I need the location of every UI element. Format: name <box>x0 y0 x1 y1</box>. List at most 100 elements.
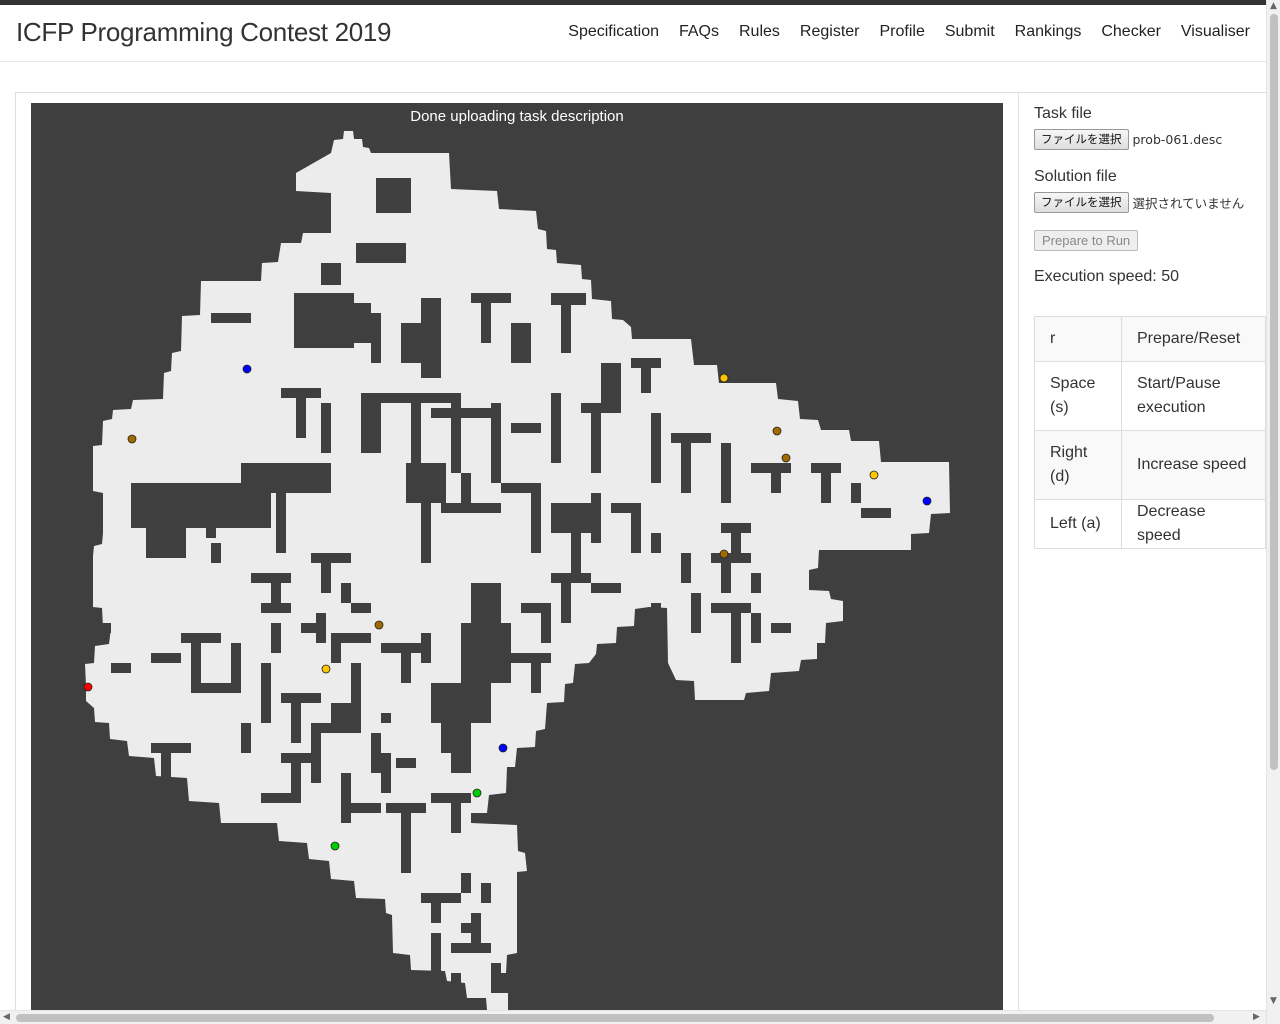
solution-file-choose-button[interactable]: ファイルを選択 <box>1034 192 1129 213</box>
obstacle-block <box>91 623 111 633</box>
site-title[interactable]: ICFP Programming Contest 2019 <box>16 17 392 48</box>
scroll-right-icon[interactable]: ▶ <box>1253 1013 1260 1022</box>
obstacle-block <box>481 303 491 343</box>
obstacle-block <box>651 533 661 553</box>
panel-divider <box>1018 93 1019 1010</box>
nav-submit[interactable]: Submit <box>945 23 995 41</box>
obstacle-block <box>241 723 251 753</box>
obstacle-block <box>351 663 361 733</box>
nav-visualiser[interactable]: Visualiser <box>1181 23 1250 41</box>
obstacle-block <box>341 583 351 603</box>
prepare-run-button[interactable]: Prepare to Run <box>1034 230 1139 251</box>
horizontal-scrollbar[interactable]: ◀ ▶ <box>0 1010 1266 1024</box>
obstacle-block <box>441 723 471 753</box>
scroll-up-icon[interactable]: ▲ <box>1270 2 1277 11</box>
obstacle-block <box>321 403 331 453</box>
solution-file-input[interactable]: ファイルを選択 選択されていません <box>1034 192 1266 213</box>
key-bindings-table: r Prepare/Reset Space (s) Start/Pause ex… <box>1034 316 1266 549</box>
scroll-left-icon[interactable]: ◀ <box>3 1013 10 1022</box>
task-canvas[interactable]: Done uploading task description <box>31 103 1003 1010</box>
obstacle-block <box>421 503 431 563</box>
nav-rankings[interactable]: Rankings <box>1015 23 1082 41</box>
obstacle-block <box>261 793 301 803</box>
booster-f-marker <box>719 549 729 559</box>
task-file-input[interactable]: ファイルを選択 prob-061.desc <box>1034 129 1266 150</box>
obstacle-block <box>671 433 711 443</box>
obstacle-block <box>276 493 286 553</box>
obstacle-block <box>471 293 511 303</box>
obstacle-block <box>386 803 426 813</box>
nav-faqs[interactable]: FAQs <box>679 23 719 41</box>
obstacle-block <box>321 263 341 285</box>
obstacle-block <box>421 633 431 663</box>
obstacle-block <box>261 663 271 723</box>
obstacle-block <box>751 573 761 593</box>
obstacle-block <box>471 913 481 953</box>
obstacle-block <box>651 413 661 483</box>
vertical-scroll-thumb[interactable] <box>1270 14 1278 770</box>
obstacle-block <box>601 363 621 403</box>
booster-x-marker <box>242 364 252 374</box>
obstacle-block <box>351 603 371 613</box>
obstacle-block <box>551 573 591 583</box>
obstacle-block <box>511 323 531 363</box>
obstacle-block <box>296 388 306 438</box>
vertical-scrollbar[interactable]: ▲ ▼ <box>1266 0 1280 1024</box>
obstacle-block <box>461 623 511 683</box>
obstacle-block <box>316 613 326 643</box>
obstacle-block <box>551 393 561 463</box>
obstacle-block <box>521 603 551 613</box>
obstacle-block <box>451 753 471 773</box>
obstacle-block <box>206 498 216 538</box>
obstacle-block <box>411 403 421 463</box>
obstacle-block <box>401 653 411 683</box>
obstacle-block <box>451 803 461 833</box>
obstacle-block <box>261 603 291 613</box>
obstacle-block <box>271 623 281 653</box>
obstacle-block <box>751 613 761 643</box>
obstacle-block <box>201 683 241 693</box>
obstacle-block <box>351 803 381 813</box>
obstacle-block <box>461 873 471 893</box>
obstacle-block <box>181 633 221 643</box>
nav-specification[interactable]: Specification <box>568 23 659 41</box>
task-file-name: prob-061.desc <box>1132 132 1223 147</box>
key-cell: Left (a) <box>1034 499 1122 549</box>
obstacle-block <box>251 573 291 583</box>
obstacle-block <box>771 623 791 633</box>
main-nav: Specification FAQs Rules Register Profil… <box>548 23 1250 41</box>
obstacle-block <box>396 758 416 768</box>
nav-register[interactable]: Register <box>800 23 860 41</box>
obstacle-block <box>211 313 251 323</box>
key-cell: Space (s) <box>1034 361 1122 431</box>
booster-x-marker <box>922 496 932 506</box>
obstacle-block <box>146 523 186 558</box>
obstacle-block <box>421 893 461 903</box>
obstacle-block <box>851 483 861 503</box>
obstacle-block <box>431 683 491 723</box>
obstacle-block <box>381 713 391 723</box>
booster-l-marker <box>472 788 482 798</box>
booster-b-marker <box>321 664 331 674</box>
scroll-down-icon[interactable]: ▼ <box>1270 997 1277 1006</box>
nav-checker[interactable]: Checker <box>1101 23 1161 41</box>
task-file-choose-button[interactable]: ファイルを選択 <box>1034 129 1129 150</box>
action-cell: Decrease speed <box>1121 499 1266 549</box>
canvas-status-text: Done uploading task description <box>410 108 624 125</box>
obstacle-block <box>731 603 741 663</box>
nav-profile[interactable]: Profile <box>879 23 924 41</box>
obstacle-block <box>861 508 891 518</box>
nav-rules[interactable]: Rules <box>739 23 780 41</box>
obstacle-block <box>331 643 341 663</box>
obstacle-block <box>161 753 171 783</box>
action-cell: Increase speed <box>1121 430 1266 500</box>
obstacle-block <box>371 733 381 773</box>
obstacle-block <box>381 393 461 403</box>
horizontal-scroll-thumb[interactable] <box>16 1014 1214 1022</box>
obstacle-block <box>591 413 601 473</box>
obstacle-block <box>481 883 491 903</box>
obstacle-block <box>501 483 541 493</box>
obstacle-block <box>401 813 411 873</box>
obstacle-block <box>721 443 731 503</box>
obstacle-block <box>721 523 751 533</box>
